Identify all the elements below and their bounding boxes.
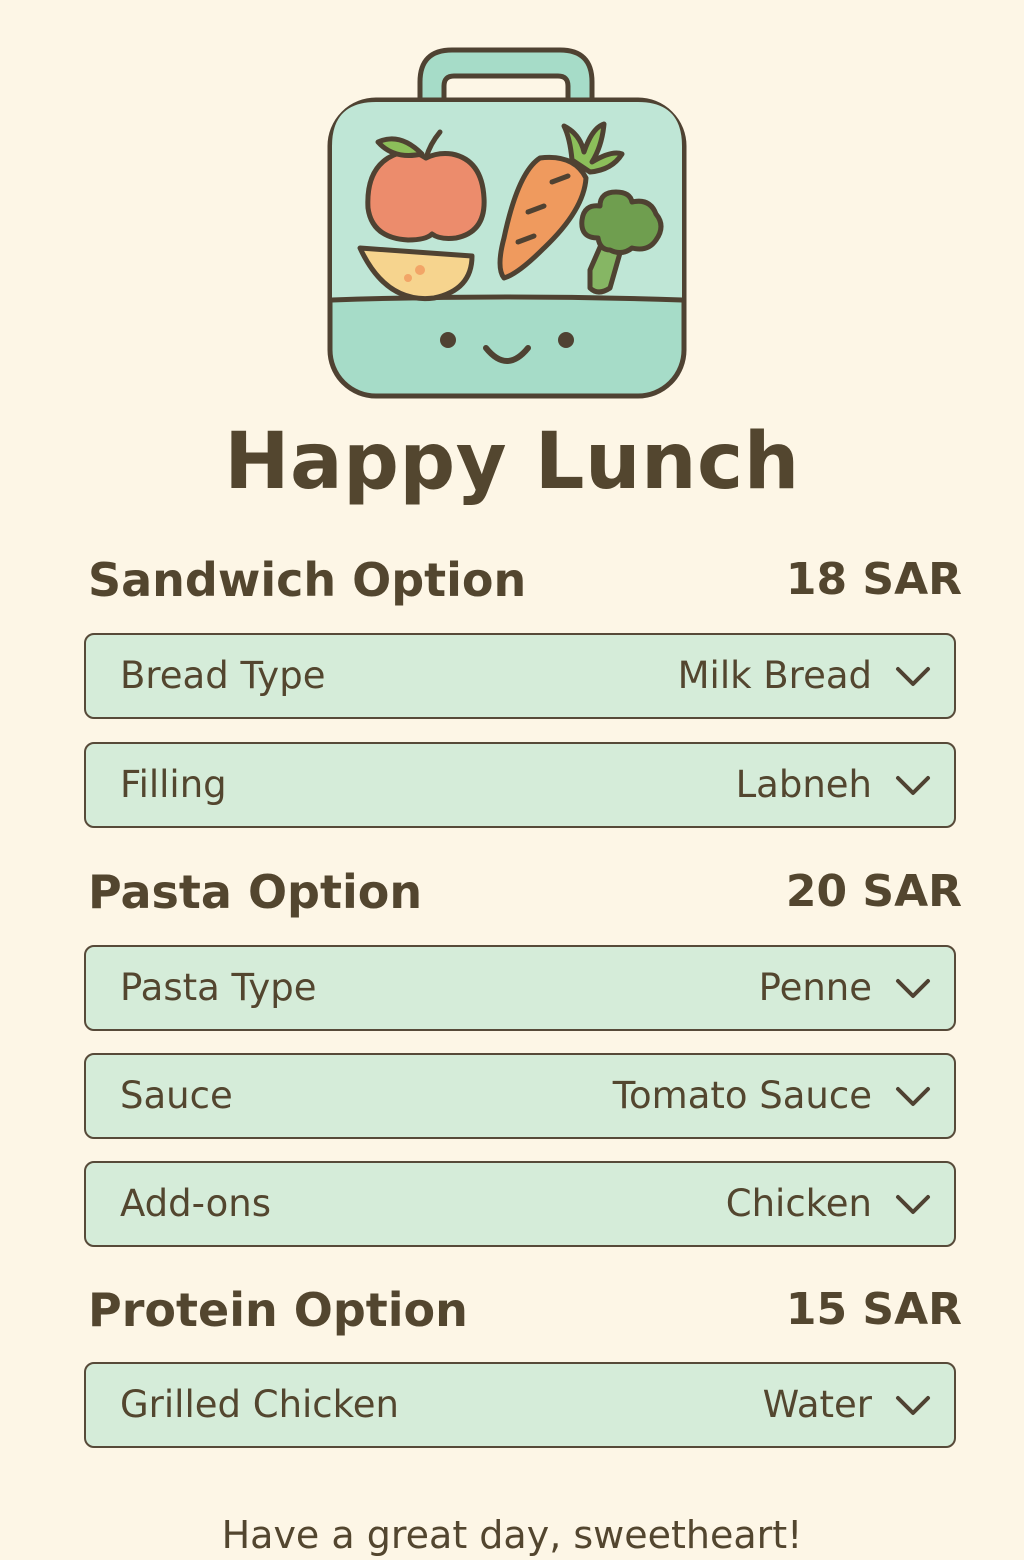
chevron-down-icon bbox=[896, 979, 930, 998]
select-label: Pasta Type bbox=[120, 966, 317, 1009]
section-title: Protein Option bbox=[88, 1283, 468, 1337]
sauce-select[interactable]: Sauce Tomato Sauce bbox=[84, 1053, 956, 1139]
select-label: Bread Type bbox=[120, 654, 326, 697]
grilled-chicken-select[interactable]: Grilled Chicken Water bbox=[84, 1362, 956, 1448]
select-value: Chicken bbox=[725, 1182, 872, 1225]
section-header-sandwich: Sandwich Option 18 SAR bbox=[88, 550, 962, 610]
select-value: Tomato Sauce bbox=[612, 1074, 872, 1117]
section-header-pasta: Pasta Option 20 SAR bbox=[88, 862, 962, 922]
select-value: Labneh bbox=[735, 763, 872, 806]
bread-type-select[interactable]: Bread Type Milk Bread bbox=[84, 633, 956, 719]
chevron-down-icon bbox=[896, 776, 930, 795]
app-title: Happy Lunch bbox=[224, 417, 800, 507]
section-title: Pasta Option bbox=[88, 865, 423, 919]
chevron-down-icon bbox=[896, 1396, 930, 1415]
section-title: Sandwich Option bbox=[88, 553, 527, 607]
pasta-type-select[interactable]: Pasta Type Penne bbox=[84, 945, 956, 1031]
add-ons-select[interactable]: Add-ons Chicken bbox=[84, 1161, 956, 1247]
section-price: 15 SAR bbox=[785, 1284, 962, 1335]
filling-select[interactable]: Filling Labneh bbox=[84, 742, 956, 828]
chevron-down-icon bbox=[896, 667, 930, 686]
chevron-down-icon bbox=[896, 1087, 930, 1106]
select-value: Milk Bread bbox=[677, 654, 872, 697]
select-value: Water bbox=[762, 1383, 872, 1426]
footer-message: Have a great day, sweetheart! bbox=[221, 1513, 803, 1557]
chevron-down-icon bbox=[896, 1195, 930, 1214]
select-label: Grilled Chicken bbox=[120, 1383, 399, 1426]
select-label: Add-ons bbox=[120, 1182, 272, 1225]
section-price: 20 SAR bbox=[785, 866, 962, 917]
select-label: Filling bbox=[120, 763, 227, 806]
select-value: Penne bbox=[758, 966, 872, 1009]
section-price: 18 SAR bbox=[785, 554, 962, 605]
select-label: Sauce bbox=[120, 1074, 233, 1117]
lunchbox-icon bbox=[327, 47, 687, 399]
section-header-protein: Protein Option 15 SAR bbox=[88, 1280, 962, 1340]
